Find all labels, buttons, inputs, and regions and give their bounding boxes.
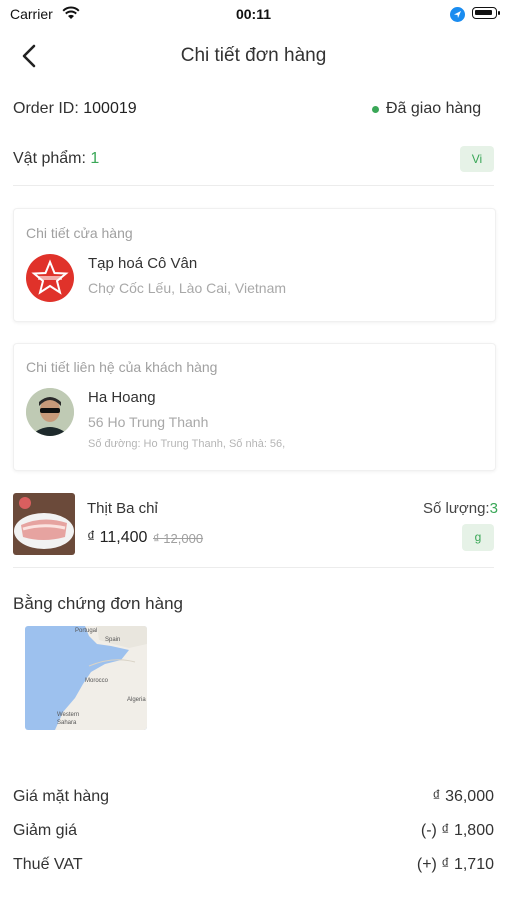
items-count: 1 <box>90 150 100 167</box>
product-old-price: ₫ 12,000 <box>153 531 204 546</box>
store-card[interactable]: Chi tiết cửa hàng Tạp hoá Cô Vân Chợ Cốc… <box>13 208 496 322</box>
order-id: Order ID: 100019 <box>13 100 137 118</box>
product-image <box>13 493 75 555</box>
quantity: Số lượng:3 <box>423 500 498 517</box>
customer-address: 56 Ho Trung Thanh <box>88 414 209 430</box>
customer-section-title: Chi tiết liên hệ của khách hàng <box>26 359 218 375</box>
map-label: Spain <box>105 637 121 643</box>
map-label: Western Sahara <box>57 712 80 726</box>
store-section-title: Chi tiết cửa hàng <box>26 225 133 241</box>
customer-name: Ha Hoang <box>88 389 156 406</box>
map-label: Algeria <box>127 697 146 703</box>
order-id-label: Order ID: <box>13 100 79 117</box>
order-status: Đã giao hàng <box>386 100 482 117</box>
product-unit-badge: g <box>462 524 494 551</box>
map-label: Portugal <box>75 628 98 634</box>
summary-value: ₫ 36,000 <box>432 788 494 805</box>
divider <box>13 567 494 568</box>
avatar <box>26 388 74 436</box>
quantity-value: 3 <box>489 500 498 517</box>
map-label: Morocco <box>85 678 109 684</box>
battery-icon <box>472 7 500 19</box>
order-id-value: 100019 <box>83 100 137 117</box>
page-title: Chi tiết đơn hàng <box>180 45 327 66</box>
product-price: ₫ 11,400 <box>87 529 148 546</box>
product-name: Thịt Ba chỉ <box>87 500 158 517</box>
summary-value: (-) ₫ 1,800 <box>420 822 494 839</box>
proof-title: Bằng chứng đơn hàng <box>13 594 183 613</box>
proof-map-image[interactable]: Portugal Spain Morocco Algeria Western S… <box>25 626 147 730</box>
divider <box>13 185 494 186</box>
summary-label: Giá mặt hàng <box>13 788 110 805</box>
status-dot <box>372 106 379 113</box>
customer-card[interactable]: Chi tiết liên hệ của khách hàng Ha Hoang… <box>13 343 496 471</box>
quantity-label: Số lượng: <box>423 500 490 517</box>
items-row: Vật phẩm: 1 <box>13 150 99 168</box>
summary-value: (+) ₫ 1,710 <box>416 856 494 873</box>
location-icon <box>450 7 465 22</box>
customer-address-detail: Số đường: Ho Trung Thanh, Số nhà: 56, <box>88 438 286 450</box>
store-logo <box>26 254 74 302</box>
items-label: Vật phẩm: <box>13 150 86 167</box>
status-bar: Carrier 00:11 <box>0 0 507 30</box>
store-address: Chợ Cốc Lếu, Lào Cai, Vietnam <box>88 280 287 296</box>
store-name: Tạp hoá Cô Vân <box>88 255 198 272</box>
summary-label: Giảm giá <box>13 822 78 839</box>
unit-badge: Vi <box>460 146 494 172</box>
summary-label: Thuế VAT <box>13 856 83 873</box>
clock: 00:11 <box>235 6 272 22</box>
